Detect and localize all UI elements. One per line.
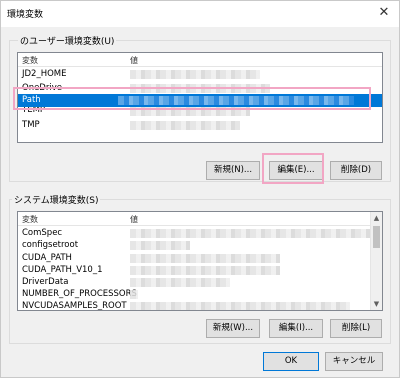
system-variables-list[interactable]: 変数 値 ComSpec configsetroot CUDA_PATH CUD…	[17, 211, 383, 311]
scroll-up-arrow-icon[interactable]: ▲	[371, 212, 382, 224]
user-new-button[interactable]: 新規(N)...	[206, 161, 260, 180]
system-variables-group: システム環境変数(S) 変数 値 ComSpec configsetroot C…	[9, 193, 391, 344]
path-row-highlight	[13, 87, 371, 110]
variable-value-blurred	[130, 241, 190, 250]
system-variable-row[interactable]: NVCUDASAMPLES_ROOT	[18, 300, 382, 311]
title-bar: 環境変数 ✕	[1, 1, 399, 27]
variable-name: configsetroot	[22, 240, 79, 250]
variable-name: NVCUDASAMPLES_ROOT	[22, 301, 127, 311]
variable-name: DriverData	[22, 277, 69, 287]
user-list-header: 変数 値	[18, 53, 382, 67]
user-delete-button[interactable]: 削除(D)	[330, 161, 382, 180]
system-list-header: 変数 値	[18, 212, 382, 226]
window-title: 環境変数	[7, 10, 44, 20]
column-header-value[interactable]: 値	[130, 55, 138, 66]
variable-value-blurred	[130, 266, 280, 275]
variable-name: JD2_HOME	[22, 69, 67, 79]
variable-name: TMP	[22, 120, 40, 130]
variable-value-blurred	[130, 229, 370, 238]
variable-value-blurred	[130, 278, 230, 287]
variable-value-blurred	[130, 70, 260, 79]
environment-variables-dialog: 環境変数 ✕ のユーザー環境変数(U) 変数 値 JD2_HOME OneDri…	[0, 0, 400, 378]
variable-value-blurred	[130, 290, 138, 299]
variable-name: CUDA_PATH_V10_1	[22, 265, 103, 275]
system-edit-button[interactable]: 編集(I)...	[269, 319, 323, 338]
user-variables-label: のユーザー環境変数(U)	[18, 34, 117, 47]
user-variable-row[interactable]: JD2_HOME	[18, 68, 382, 82]
cancel-button[interactable]: キャンセル	[325, 352, 383, 371]
variable-value-blurred	[130, 121, 240, 130]
system-variables-label: システム環境変数(S)	[12, 193, 101, 206]
column-header-variable[interactable]: 変数	[22, 55, 38, 66]
close-icon[interactable]: ✕	[375, 4, 393, 22]
scrollbar-thumb[interactable]	[373, 226, 380, 248]
system-delete-button[interactable]: 削除(L)	[330, 319, 382, 338]
system-list-scrollbar[interactable]: ▲ ▼	[370, 212, 382, 310]
variable-name: ComSpec	[22, 228, 63, 238]
variable-value-blurred	[130, 302, 350, 310]
edit-button-highlight	[262, 153, 324, 184]
user-variables-group: のユーザー環境変数(U) 変数 値 JD2_HOME OneDrive Path…	[9, 34, 391, 182]
ok-button[interactable]: OK	[263, 352, 319, 371]
scroll-down-arrow-icon[interactable]: ▼	[371, 298, 382, 310]
column-header-value[interactable]: 値	[130, 214, 138, 225]
system-new-button[interactable]: 新規(W)...	[206, 319, 260, 338]
variable-name: CUDA_PATH	[22, 253, 72, 263]
variable-name: NUMBER_OF_PROCESSORS	[22, 289, 137, 299]
variable-value-blurred	[130, 254, 280, 263]
user-variable-row[interactable]: TMP	[18, 119, 382, 133]
column-header-variable[interactable]: 変数	[22, 214, 38, 225]
system-variable-row[interactable]: configsetroot	[18, 239, 382, 253]
